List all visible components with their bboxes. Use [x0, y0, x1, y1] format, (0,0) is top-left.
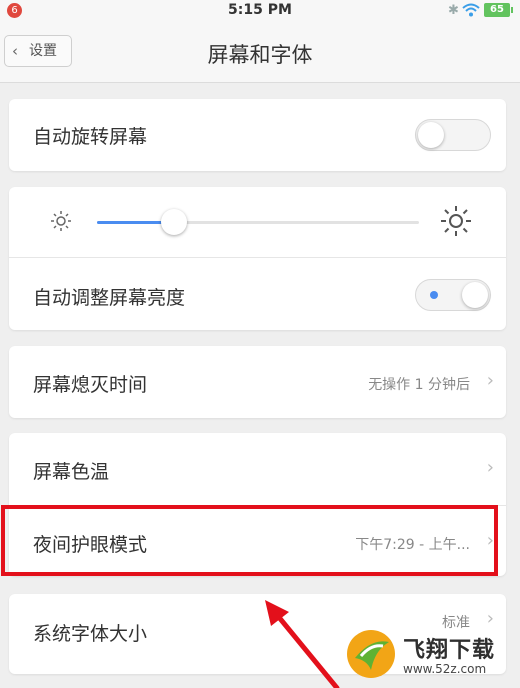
sun-large-icon [441, 206, 471, 236]
toggle-knob [462, 282, 488, 308]
divider [9, 257, 506, 258]
auto-rotate-toggle[interactable] [415, 119, 491, 151]
chevron-right-icon: › [486, 370, 494, 391]
screen-timeout-value: 无操作 1 分钟后 [368, 377, 470, 393]
watermark-title: 飞翔下载 [403, 638, 496, 663]
screen-timeout-label: 屏幕熄灭时间 [33, 374, 148, 396]
watermark-logo [347, 630, 395, 678]
chevron-right-icon: › [486, 608, 494, 629]
bluetooth-icon: ✱ [448, 3, 459, 18]
brightness-slider-handle[interactable] [161, 209, 188, 235]
page-title: 屏幕和字体 [207, 43, 313, 67]
color-temp-label: 屏幕色温 [33, 461, 110, 483]
sun-small-icon [51, 211, 71, 231]
card-brightness: 自动调整屏幕亮度 [9, 187, 506, 330]
toggle-on-dot [430, 291, 438, 299]
nav-bar: ‹ 设置 屏幕和字体 [0, 22, 520, 83]
chevron-right-icon: › [486, 457, 494, 478]
toggle-knob [418, 122, 444, 148]
auto-brightness-label: 自动调整屏幕亮度 [33, 287, 186, 309]
card-auto-rotate: 自动旋转屏幕 [9, 99, 506, 171]
font-size-label: 系统字体大小 [33, 623, 148, 645]
watermark: 飞翔下载 www.52z.com [345, 628, 515, 684]
battery-indicator: 65 [484, 3, 513, 17]
highlight-box [1, 505, 498, 576]
auto-brightness-toggle[interactable] [415, 279, 491, 311]
status-bar: 6 5:15 PM ✱ 65 [0, 0, 520, 22]
auto-rotate-label: 自动旋转屏幕 [33, 126, 148, 148]
brightness-slider[interactable] [97, 209, 419, 235]
wifi-icon [462, 3, 480, 17]
watermark-url: www.52z.com [403, 662, 487, 676]
status-time: 5:15 PM [228, 2, 292, 18]
color-temp-row[interactable]: 屏幕色温 › [9, 433, 506, 505]
annotation-arrow [265, 600, 340, 688]
card-screen-timeout[interactable]: 屏幕熄灭时间 无操作 1 分钟后 › [9, 346, 506, 418]
